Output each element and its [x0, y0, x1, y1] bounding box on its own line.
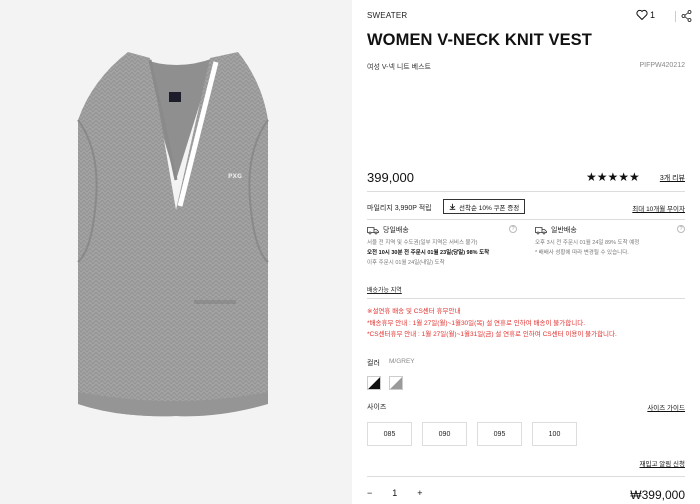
share-button[interactable]: [681, 9, 692, 27]
general-line1: 오후 3시 전 주문시 01월 24일 89% 도착 예정: [535, 240, 640, 246]
coupon-download-button[interactable]: 선착순 10% 쿠폰 증정: [443, 199, 526, 214]
product-title: WOMEN V-NECK KNIT VEST: [367, 31, 592, 49]
divider: [367, 219, 685, 220]
reviews-link[interactable]: 3개 리뷰: [660, 173, 685, 183]
download-icon: [449, 203, 456, 210]
mileage-text: 마일리지 3,990P 적립: [367, 205, 432, 212]
rating-stars: ★★★★★: [586, 170, 640, 184]
general-line2: * 배배사 성황에 따라 변경될 수 있습니다.: [535, 250, 629, 256]
general-shipping: 일반배송 ? 오후 3시 전 주문시 01월 24일 89% 도착 예정 * 배…: [535, 225, 685, 258]
size-option-085[interactable]: 085: [367, 422, 412, 446]
max-benefit-link[interactable]: 최대 10개월 무이자: [632, 203, 685, 213]
size-label: 사이즈: [367, 404, 387, 411]
notice-line: *배송휴무 안내 : 1월 27일(월)~1월30일(목) 설 연휴로 인하여 …: [367, 319, 585, 327]
quantity-value[interactable]: 1: [392, 488, 397, 498]
restock-alert-link[interactable]: 재입고 알림 신청: [640, 458, 685, 468]
truck-icon: [367, 226, 379, 234]
truck-icon: [535, 226, 547, 234]
color-label: 컬러: [367, 360, 380, 367]
product-price: 399,000: [367, 170, 414, 185]
divider: [367, 298, 685, 299]
svg-text:PXG: PXG: [228, 173, 242, 180]
like-button[interactable]: 1: [636, 9, 655, 20]
size-guide-link[interactable]: 사이즈 가이드: [647, 402, 685, 412]
total-price: ₩399,000: [630, 488, 685, 502]
product-code: PIFPW420212: [639, 62, 685, 69]
like-count: 1: [650, 9, 656, 20]
help-icon[interactable]: ?: [677, 225, 685, 233]
coupon-label: 선착순 10% 쿠폰 증정: [459, 204, 520, 212]
divider: [367, 476, 685, 477]
holiday-notice: ※설연휴 배송 및 CS센터 휴무안내 *배송휴무 안내 : 1월 27일(월)…: [367, 306, 617, 341]
same-day-line2: 오전 10시 30분 전 주문시 01월 23일(당일) 98% 도착: [367, 250, 490, 256]
color-swatch-black[interactable]: [367, 376, 381, 390]
knit-vest-illustration: PXG: [77, 52, 269, 417]
category-breadcrumb[interactable]: SWEATER: [367, 11, 407, 20]
size-options: 085 090 095 100: [367, 422, 577, 446]
product-info-panel: SWEATER 1 WOMEN V-NECK KNIT VEST 여성 V-넥 …: [352, 0, 700, 504]
same-day-shipping: 당일배송 ? 서울 전 지역 및 수도권(일부 지역은 서비스 불가) 오전 1…: [367, 225, 517, 268]
same-day-title: 당일배송: [383, 227, 409, 234]
heart-icon: [636, 9, 648, 20]
product-page: PXG SWEATER 1 WOMEN V-NECK KNIT VEST 여성 …: [0, 0, 700, 504]
notice-line: *CS센터휴무 안내 : 1월 27일(월)~1월31일(금) 설 연휴로 인하…: [367, 331, 617, 338]
size-option-095[interactable]: 095: [477, 422, 522, 446]
shipping-areas-link[interactable]: 배송가능 지역: [367, 285, 402, 294]
color-swatch-grey[interactable]: [389, 376, 403, 390]
size-option-090[interactable]: 090: [422, 422, 467, 446]
share-icon: [681, 10, 692, 22]
notice-line: ※설연휴 배송 및 CS센터 휴무안내: [367, 308, 461, 315]
divider: [367, 191, 685, 192]
same-day-line1: 서울 전 지역 및 수도권(일부 지역은 서비스 불가): [367, 240, 478, 246]
increase-button[interactable]: +: [417, 488, 422, 498]
decrease-button[interactable]: −: [367, 488, 372, 498]
quantity-stepper: − 1 +: [367, 488, 423, 498]
product-subtitle: 여성 V-넥 니트 베스트: [367, 64, 431, 71]
divider: [675, 11, 676, 22]
same-day-line3: 이후 주문시 01월 24일(내일) 도착: [367, 260, 445, 266]
size-option-100[interactable]: 100: [532, 422, 577, 446]
selected-color: M/GREY: [389, 358, 415, 365]
product-image[interactable]: PXG: [0, 0, 352, 504]
help-icon[interactable]: ?: [509, 225, 517, 233]
general-title: 일반배송: [551, 227, 577, 234]
